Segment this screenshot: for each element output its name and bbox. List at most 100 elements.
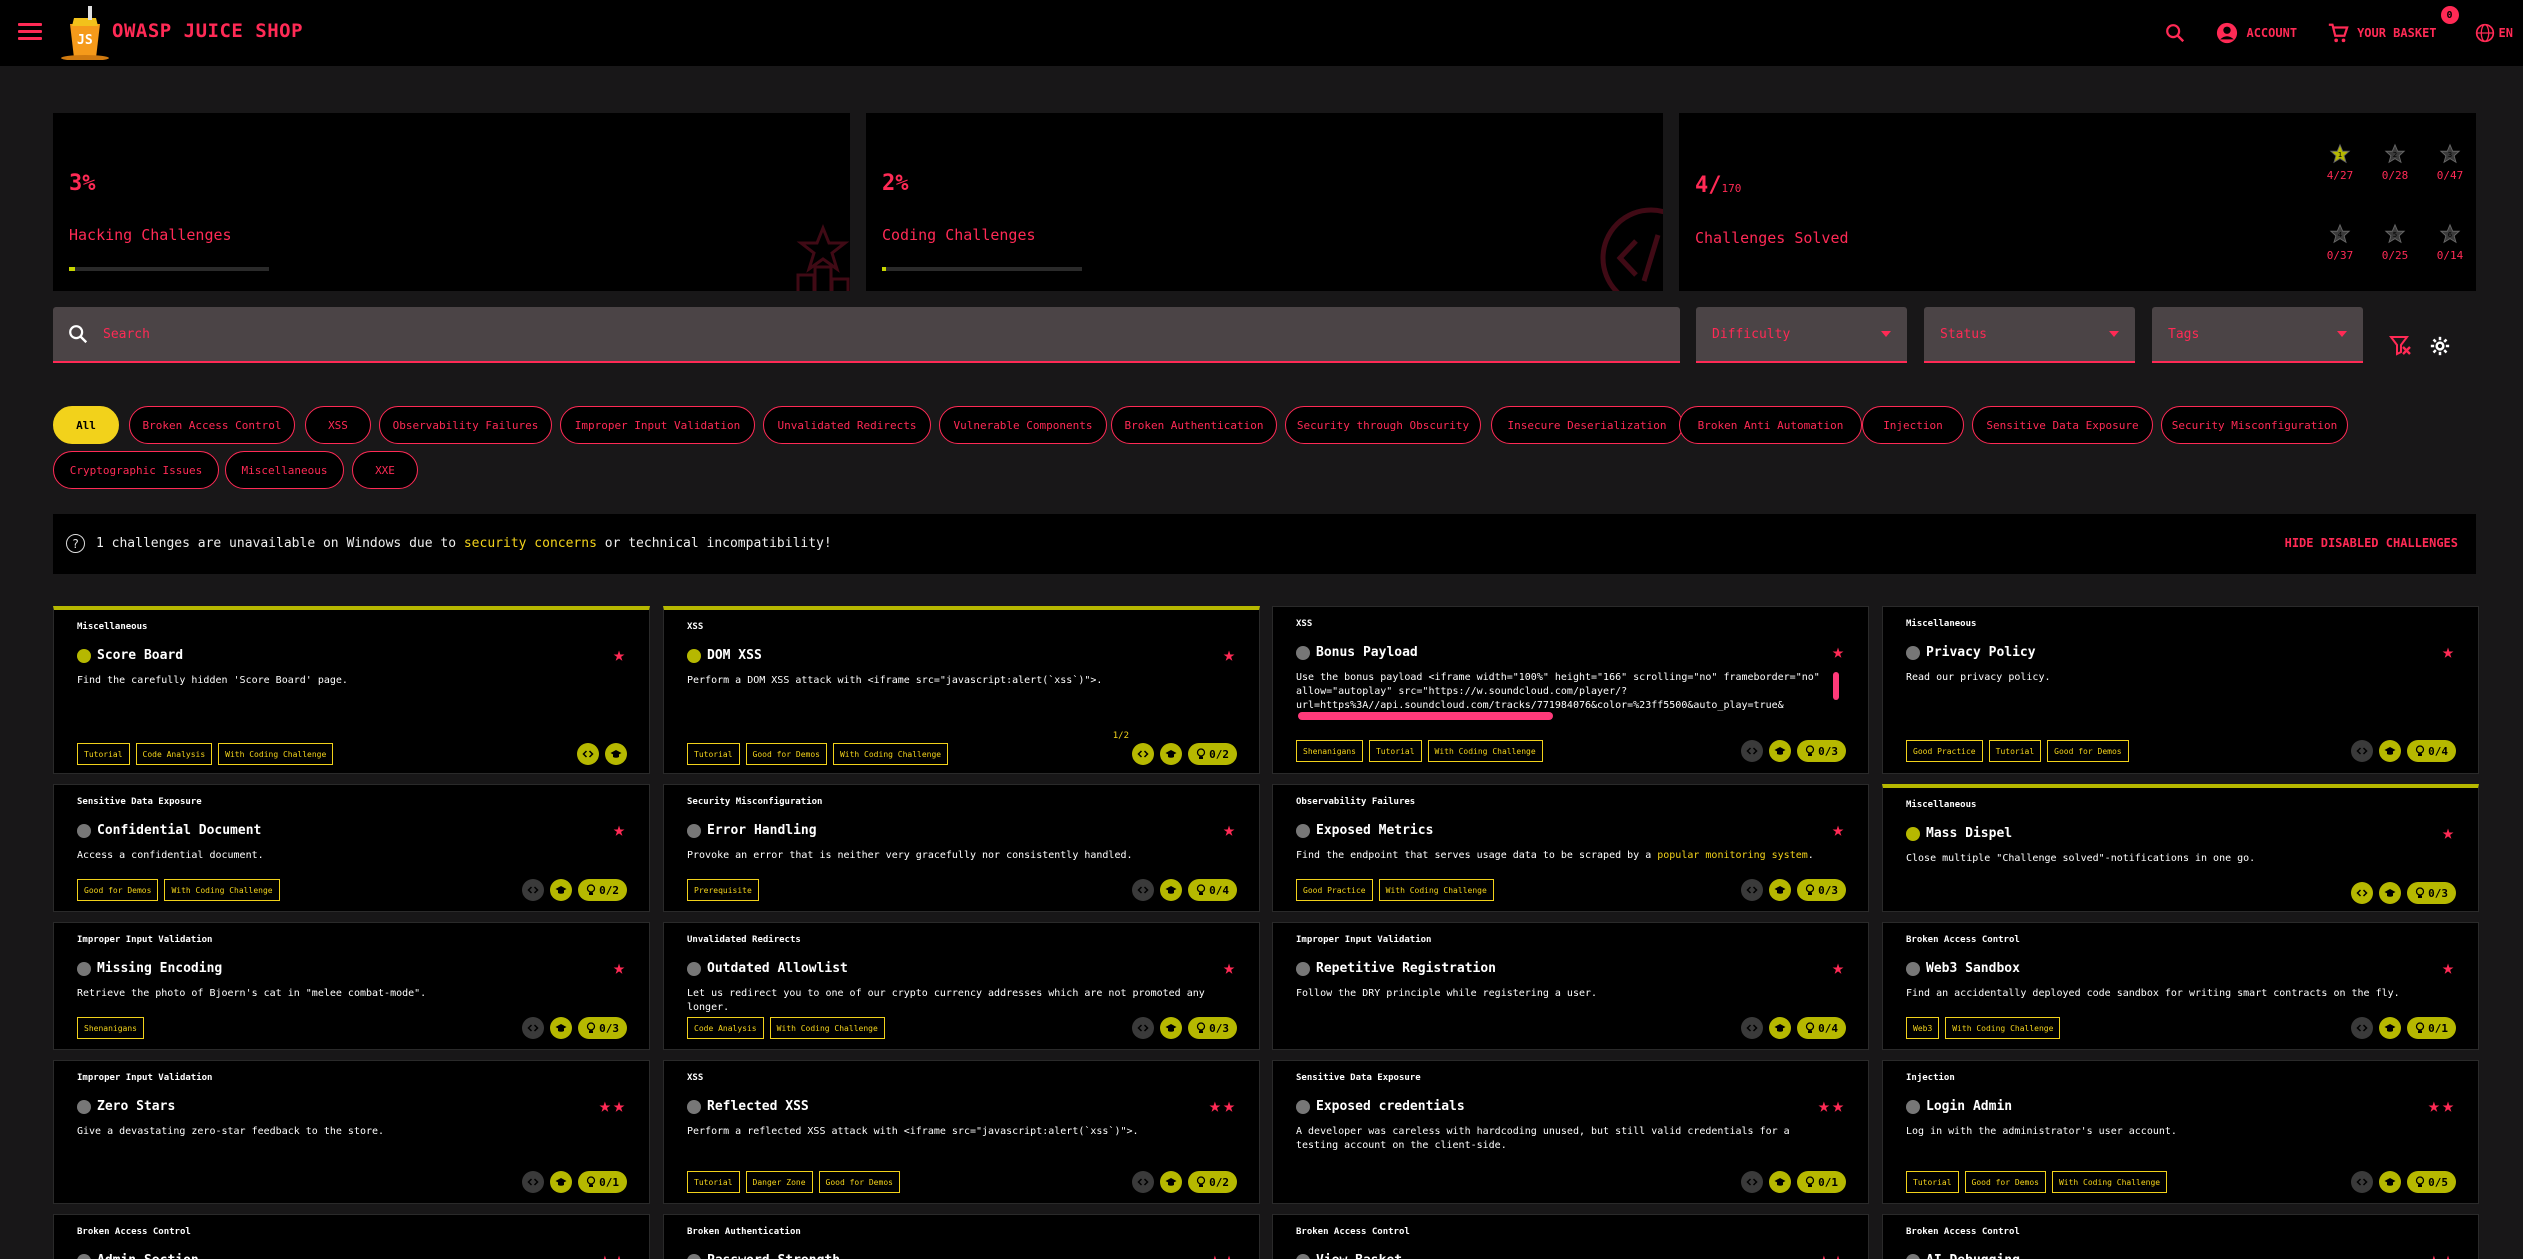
- vertical-scrollbar[interactable]: [1833, 672, 1839, 700]
- challenge-card[interactable]: Improper Input Validation Repetitive Regi…: [1272, 922, 1869, 1050]
- code-icon[interactable]: [1132, 879, 1155, 901]
- tag-badge[interactable]: Good for Demos: [818, 1171, 900, 1193]
- challenge-card[interactable]: Miscellaneous Score Board ★ Find the carefu…: [53, 606, 650, 774]
- tags-select[interactable]: Tags: [2152, 307, 2363, 363]
- graduation-cap-icon[interactable]: [1160, 743, 1183, 765]
- search-icon[interactable]: [2164, 22, 2186, 44]
- category-chip-xxe[interactable]: XXE: [352, 451, 418, 489]
- tag-badge[interactable]: Prerequisite: [687, 879, 759, 901]
- graduation-cap-icon[interactable]: [1160, 1017, 1183, 1039]
- hint-counter[interactable]: 0/3: [1797, 879, 1846, 901]
- tag-badge[interactable]: Good for Demos: [1964, 1171, 2046, 1193]
- difficulty-select[interactable]: Difficulty: [1696, 307, 1907, 363]
- tag-badge[interactable]: With Coding Challenge: [164, 879, 280, 901]
- category-chip-insecure-deserialization[interactable]: Insecure Deserialization: [1491, 406, 1683, 444]
- tag-badge[interactable]: Code Analysis: [135, 743, 213, 765]
- challenge-card[interactable]: Improper Input Validation Missing Encodin…: [53, 922, 650, 1050]
- tag-badge[interactable]: With Coding Challenge: [769, 1017, 885, 1039]
- graduation-cap-icon[interactable]: [1769, 879, 1792, 901]
- tag-badge[interactable]: Good Practice: [1296, 879, 1373, 901]
- tag-badge[interactable]: With Coding Challenge: [1427, 740, 1543, 762]
- code-icon[interactable]: [1132, 1171, 1155, 1193]
- tag-badge[interactable]: Web3: [1906, 1017, 1940, 1039]
- tag-badge[interactable]: Danger Zone: [745, 1171, 813, 1193]
- hint-counter[interactable]: 0/2: [578, 879, 627, 901]
- tag-badge[interactable]: With Coding Challenge: [2051, 1171, 2168, 1193]
- clear-filter-icon[interactable]: [2388, 333, 2412, 357]
- hint-counter[interactable]: 0/2: [1188, 1171, 1237, 1193]
- category-chip-all[interactable]: All: [53, 406, 119, 444]
- code-icon[interactable]: [1741, 1171, 1764, 1193]
- menu-icon[interactable]: [18, 19, 42, 43]
- category-chip-improper-input-validation[interactable]: Improper Input Validation: [560, 406, 755, 444]
- challenge-card[interactable]: Observability Failures Exposed Metrics ★ Fi…: [1272, 784, 1869, 912]
- challenge-card[interactable]: XSS Reflected XSS ★★ Perform a reflected XS…: [663, 1060, 1260, 1204]
- tag-badge[interactable]: Tutorial: [1988, 740, 2042, 762]
- graduation-cap-icon[interactable]: [2379, 740, 2402, 762]
- category-chip-sensitive-data-exposure[interactable]: Sensitive Data Exposure: [1972, 406, 2153, 444]
- challenge-card[interactable]: Injection Login Admin ★★ Log in with the ad…: [1882, 1060, 2479, 1204]
- hint-counter[interactable]: 0/3: [1188, 1017, 1237, 1039]
- challenge-card[interactable]: Broken Access Control Admin Section ★★: [53, 1214, 650, 1259]
- challenge-card[interactable]: XSS DOM XSS ★ Perform a DOM XSS attack with…: [663, 606, 1260, 774]
- code-icon[interactable]: [1132, 1017, 1155, 1039]
- graduation-cap-icon[interactable]: [2379, 1017, 2402, 1039]
- graduation-cap-icon[interactable]: [1769, 1171, 1792, 1193]
- category-chip-broken-access-control[interactable]: Broken Access Control: [129, 406, 295, 444]
- code-icon[interactable]: [1741, 1017, 1764, 1039]
- challenge-card[interactable]: Broken Access Control Web3 Sandbox ★ Find a…: [1882, 922, 2479, 1050]
- tag-badge[interactable]: Good Practice: [1906, 740, 1983, 762]
- hint-counter[interactable]: 0/2: [1188, 743, 1237, 765]
- graduation-cap-icon[interactable]: [1160, 879, 1183, 901]
- graduation-cap-icon[interactable]: [2379, 882, 2402, 904]
- basket-button[interactable]: YOUR BASKET 0: [2327, 6, 2459, 44]
- challenge-card[interactable]: Sensitive Data Exposure Confidential Docu…: [53, 784, 650, 912]
- challenge-card[interactable]: Broken Access Control View Basket ★★: [1272, 1214, 1869, 1259]
- tag-badge[interactable]: Good for Demos: [77, 879, 159, 901]
- category-chip-injection[interactable]: Injection: [1862, 406, 1964, 444]
- challenge-card[interactable]: Improper Input Validation Zero Stars ★★ Giv…: [53, 1060, 650, 1204]
- code-icon[interactable]: [1741, 879, 1764, 901]
- tag-badge[interactable]: Shenanigans: [1296, 740, 1363, 762]
- juice-shop-logo[interactable]: JS: [58, 4, 112, 60]
- language-button[interactable]: EN: [2475, 23, 2513, 43]
- challenge-card[interactable]: Miscellaneous Privacy Policy ★ Read our pri…: [1882, 606, 2479, 774]
- graduation-cap-icon[interactable]: [1769, 740, 1792, 762]
- code-icon[interactable]: [2351, 1017, 2374, 1039]
- hint-counter[interactable]: 0/5: [2407, 1171, 2456, 1193]
- account-button[interactable]: ACCOUNT: [2216, 22, 2297, 44]
- tag-badge[interactable]: Good for Demos: [745, 743, 827, 765]
- tag-badge[interactable]: With Coding Challenge: [1945, 1017, 2061, 1039]
- status-select[interactable]: Status: [1924, 307, 2135, 363]
- challenge-card[interactable]: Broken Authentication Password Strength ★★: [663, 1214, 1260, 1259]
- graduation-cap-icon[interactable]: [605, 743, 627, 765]
- code-icon[interactable]: [1132, 743, 1155, 765]
- hint-counter[interactable]: 0/1: [2407, 1017, 2456, 1039]
- hint-counter[interactable]: 0/3: [1797, 740, 1846, 762]
- tag-badge[interactable]: With Coding Challenge: [832, 743, 949, 765]
- tag-badge[interactable]: Good for Demos: [2047, 740, 2129, 762]
- category-chip-security-misconfiguration[interactable]: Security Misconfiguration: [2161, 406, 2348, 444]
- challenge-card[interactable]: Miscellaneous Mass Dispel ★ Close multiple …: [1882, 784, 2479, 912]
- graduation-cap-icon[interactable]: [1769, 1017, 1792, 1039]
- tag-badge[interactable]: Tutorial: [687, 743, 740, 765]
- tag-badge[interactable]: Tutorial: [77, 743, 130, 765]
- category-chip-broken-authentication[interactable]: Broken Authentication: [1111, 406, 1277, 444]
- hint-counter[interactable]: 0/4: [1797, 1017, 1846, 1039]
- app-title[interactable]: OWASP JUICE SHOP: [112, 20, 303, 42]
- hide-disabled-challenges-button[interactable]: HIDE DISABLED CHALLENGES: [2285, 536, 2458, 550]
- code-icon[interactable]: [522, 1017, 545, 1039]
- challenge-card[interactable]: XSS Bonus Payload ★ Use the bonus payload <…: [1272, 606, 1869, 774]
- tag-badge[interactable]: Code Analysis: [687, 1017, 764, 1039]
- hint-counter[interactable]: 0/3: [2407, 882, 2456, 904]
- security-concerns-link[interactable]: security concerns: [464, 536, 597, 551]
- hint-counter[interactable]: 0/1: [578, 1171, 627, 1193]
- code-icon[interactable]: [522, 1171, 545, 1193]
- tag-badge[interactable]: Tutorial: [1906, 1171, 1959, 1193]
- tag-badge[interactable]: Shenanigans: [77, 1017, 144, 1039]
- code-icon[interactable]: [1741, 740, 1764, 762]
- category-chip-miscellaneous[interactable]: Miscellaneous: [225, 451, 344, 489]
- monitoring-system-link[interactable]: popular monitoring system: [1657, 850, 1808, 861]
- code-icon[interactable]: [2351, 1171, 2374, 1193]
- category-chip-broken-anti-automation[interactable]: Broken Anti Automation: [1679, 406, 1862, 444]
